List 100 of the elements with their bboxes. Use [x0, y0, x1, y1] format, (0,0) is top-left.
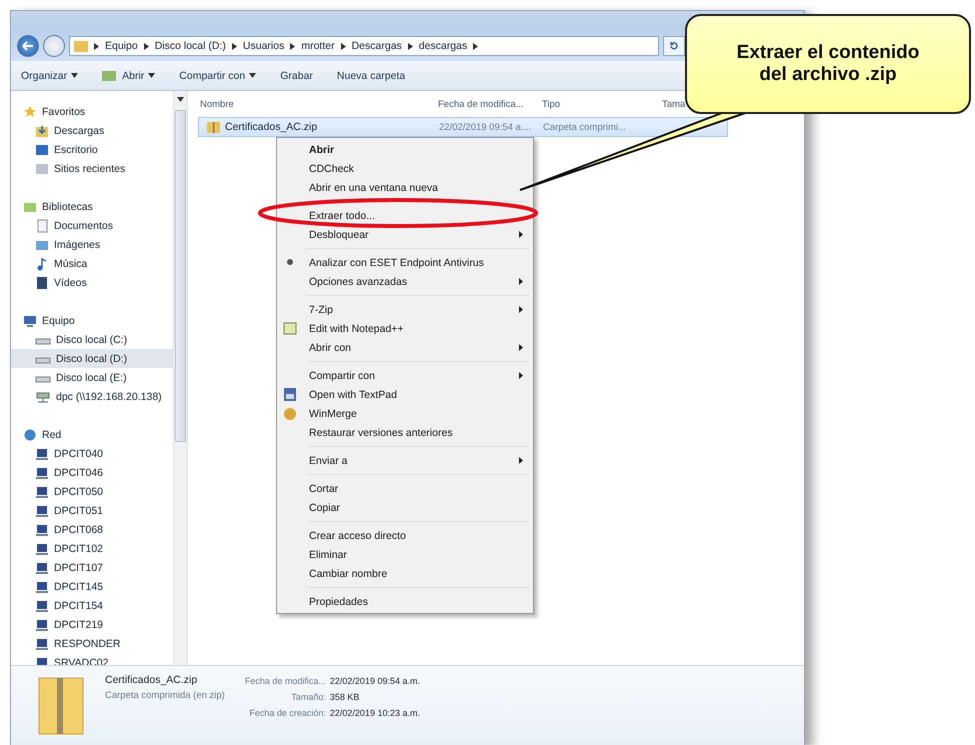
- menu-item[interactable]: CDCheck: [279, 159, 531, 178]
- menu-item[interactable]: Extraer todo...: [279, 206, 531, 225]
- forward-button[interactable]: [43, 35, 65, 57]
- detail-label: Fecha de creación:: [248, 708, 326, 718]
- sidebar-item[interactable]: DPCIT102: [11, 539, 173, 558]
- toolbar-button[interactable]: Compartir con: [177, 68, 258, 84]
- computer-icon: [35, 580, 49, 594]
- toolbar-button[interactable]: Organizar: [19, 68, 80, 84]
- breadcrumb[interactable]: Descargas: [352, 40, 402, 52]
- menu-item[interactable]: Abrir en una ventana nueva: [279, 178, 531, 197]
- chevron-icon: [408, 42, 413, 50]
- column-header[interactable]: Tipo: [542, 98, 560, 110]
- menu-item[interactable]: Restaurar versiones anteriores: [279, 423, 531, 442]
- column-header[interactable]: Tama: [662, 98, 686, 110]
- address-field[interactable]: Equipo Disco local (D:) Usuarios mrotter Descargas descargas: [69, 36, 659, 56]
- breadcrumb[interactable]: mrotter: [301, 40, 335, 52]
- submenu-arrow-icon: [519, 278, 523, 285]
- sidebar-item[interactable]: DPCIT154: [11, 596, 173, 615]
- document-icon: [35, 218, 49, 232]
- sidebar-item[interactable]: Disco local (D:): [11, 349, 173, 368]
- sidebar-item[interactable]: DPCIT068: [11, 520, 173, 539]
- column-header[interactable]: Nombre: [200, 98, 234, 110]
- back-button[interactable]: [17, 35, 39, 57]
- detail-value: 358 KB: [330, 692, 360, 702]
- star-icon: [23, 104, 37, 118]
- breadcrumb[interactable]: Usuarios: [242, 40, 284, 52]
- file-row[interactable]: Certificados_AC.zip 22/02/2019 09:54 a.... Carpeta comprimi...: [198, 117, 728, 137]
- menu-item[interactable]: Copiar: [279, 498, 531, 517]
- folder-icon: [74, 40, 88, 52]
- sidebar-item[interactable]: Música: [11, 254, 173, 273]
- toolbar-button[interactable]: Grabar: [278, 68, 315, 84]
- sidebar-item[interactable]: Vídeos: [11, 273, 173, 292]
- submenu-arrow-icon: [519, 306, 523, 313]
- sidebar-group[interactable]: Favoritos: [23, 102, 173, 121]
- breadcrumb[interactable]: Disco local (D:): [154, 40, 226, 52]
- chevron-icon: [340, 42, 346, 50]
- sidebar-item[interactable]: Disco local (C:): [11, 330, 173, 349]
- menu-item[interactable]: Analizar con ESET Endpoint Antivirus: [279, 253, 531, 272]
- sidebar-group[interactable]: Red: [23, 425, 173, 444]
- sidebar-item[interactable]: DPCIT219: [11, 615, 173, 634]
- download-folder-icon: [35, 124, 49, 138]
- sidebar-item[interactable]: DPCIT107: [11, 558, 173, 577]
- caret-icon: [249, 73, 256, 78]
- column-header[interactable]: Fecha de modifica...: [438, 98, 524, 110]
- chevron-icon: [473, 42, 478, 50]
- winmerge-icon: [283, 406, 298, 421]
- sidebar-item[interactable]: DPCIT145: [11, 577, 173, 596]
- sidebar-item[interactable]: DPCIT051: [11, 501, 173, 520]
- zip-folder-icon: [207, 121, 220, 133]
- type-cell: Carpeta comprimi...: [543, 122, 626, 132]
- sidebar-item[interactable]: Descargas: [11, 121, 173, 140]
- menu-item[interactable]: Compartir con: [279, 366, 531, 385]
- menu-item[interactable]: Cambiar nombre: [279, 564, 531, 583]
- menu-item[interactable]: Crear acceso directo: [279, 526, 531, 545]
- sidebar-item[interactable]: Imágenes: [11, 235, 173, 254]
- detail-label: Fecha de modifica...: [244, 676, 326, 686]
- menu-item[interactable]: Abrir: [279, 140, 531, 159]
- breadcrumb[interactable]: descargas: [418, 40, 468, 52]
- film-icon: [35, 276, 49, 290]
- toolbar-button[interactable]: Abrir: [100, 68, 158, 84]
- menu-item[interactable]: Open with TextPad: [279, 385, 531, 404]
- menu-item[interactable]: Cortar: [279, 479, 531, 498]
- sidebar-item[interactable]: RESPONDER: [11, 634, 173, 653]
- menu-item[interactable]: Enviar a: [279, 451, 531, 470]
- refresh-button[interactable]: [663, 36, 685, 56]
- callout: Extraer el contenido del archivo .zip: [685, 14, 971, 114]
- sidebar-item[interactable]: dpc (\\192.168.20.138): [11, 387, 173, 406]
- menu-item[interactable]: Eliminar: [279, 545, 531, 564]
- scroll-up-icon: [177, 97, 184, 102]
- menu-item[interactable]: 7-Zip: [279, 300, 531, 319]
- menu-item[interactable]: WinMerge: [279, 404, 531, 423]
- chevron-icon: [144, 42, 149, 50]
- menu-item[interactable]: Edit with Notepad++: [279, 319, 531, 338]
- sidebar-group[interactable]: Equipo: [23, 311, 173, 330]
- sidebar-item[interactable]: DPCIT050: [11, 482, 173, 501]
- sidebar-item[interactable]: Disco local (E:): [11, 368, 173, 387]
- detail-value: 22/02/2019 10:23 a.m.: [330, 708, 420, 718]
- sidebar-item[interactable]: DPCIT040: [11, 444, 173, 463]
- computer-icon: [35, 636, 49, 650]
- sidebar-item[interactable]: Documentos: [11, 216, 173, 235]
- scrollbar[interactable]: [173, 91, 188, 665]
- chevron-icon: [290, 42, 296, 50]
- refresh-icon: [669, 41, 679, 51]
- sidebar-item[interactable]: Sitios recientes: [11, 159, 173, 178]
- sidebar-item[interactable]: DPCIT046: [11, 463, 173, 482]
- computer-icon: [35, 542, 49, 556]
- sidebar-item[interactable]: Escritorio: [11, 140, 173, 159]
- network-icon: [23, 428, 37, 442]
- detail-label: Tamaño:: [290, 692, 326, 702]
- computer-icon: [35, 446, 49, 460]
- toolbar-button[interactable]: Nueva carpeta: [334, 68, 408, 84]
- menu-item[interactable]: Abrir con: [279, 338, 531, 357]
- computer-icon: [23, 314, 37, 328]
- breadcrumb[interactable]: Equipo: [105, 40, 138, 52]
- menu-item[interactable]: Desbloquear: [279, 225, 531, 244]
- computer-icon: [35, 504, 49, 518]
- scroll-thumb[interactable]: [175, 110, 186, 442]
- menu-item[interactable]: Opciones avanzadas: [279, 272, 531, 291]
- menu-item[interactable]: Propiedades: [279, 592, 531, 611]
- sidebar-group[interactable]: Bibliotecas: [23, 197, 173, 216]
